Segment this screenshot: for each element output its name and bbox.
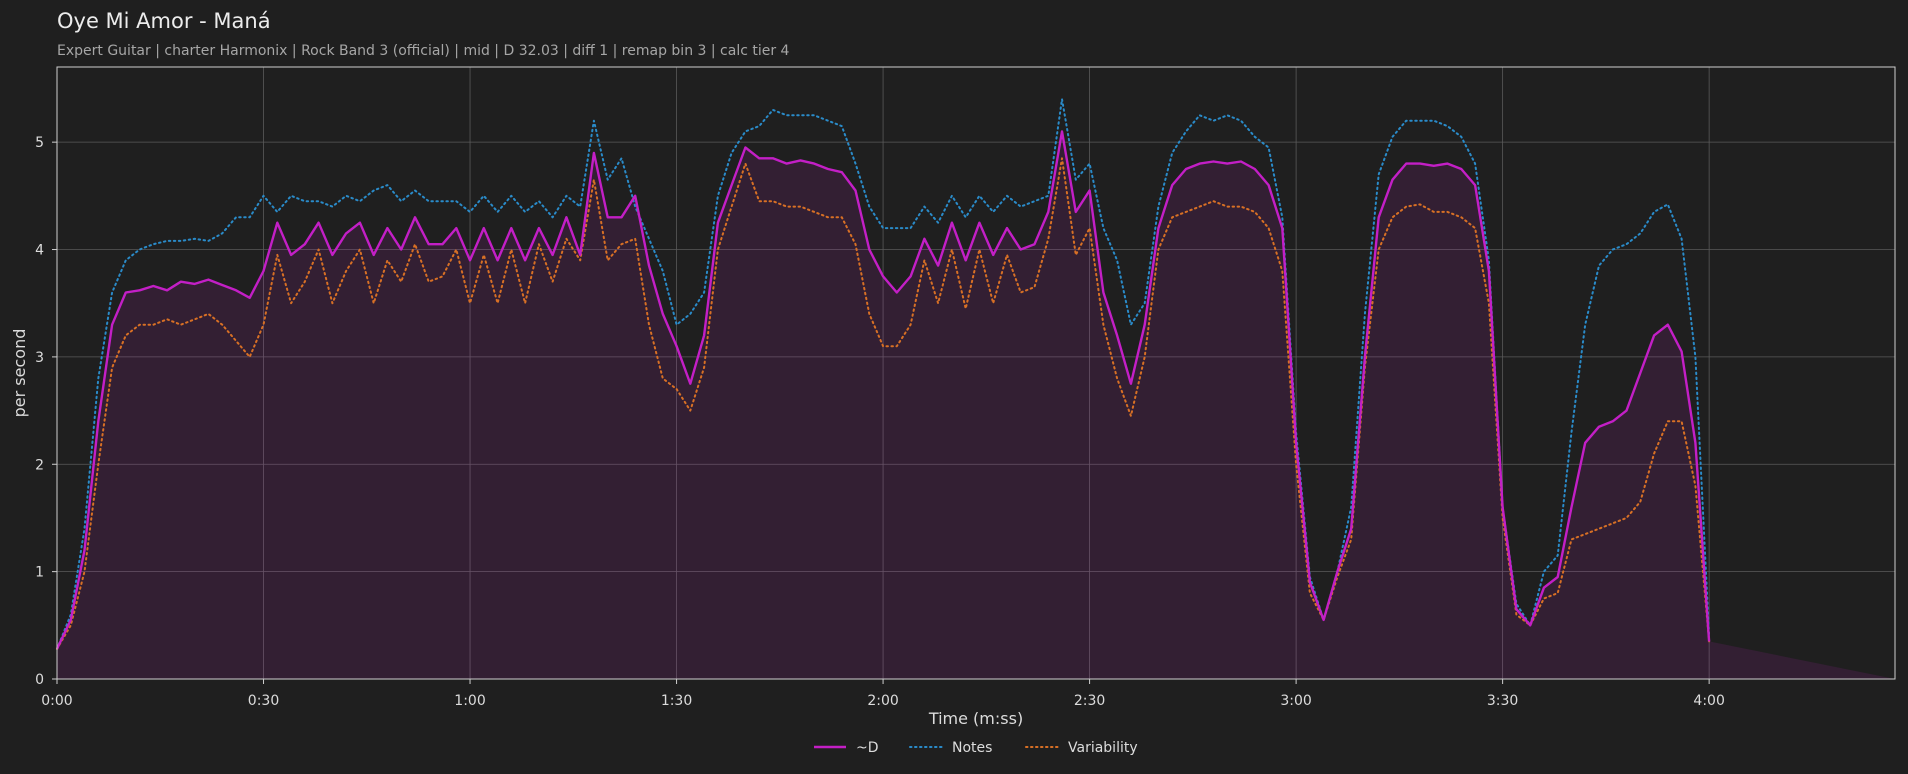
x-tick-label: 1:00 [454,693,485,709]
y-tick-label: 3 [35,350,44,366]
x-tick-label: 2:00 [867,693,898,709]
x-tick-label: 3:00 [1280,693,1311,709]
chart-subtitle: Expert Guitar | charter Harmonix | Rock … [57,43,790,59]
y-axis-label: per second [10,329,29,418]
x-tick-label: 2:30 [1074,693,1105,709]
x-tick-label: 3:30 [1487,693,1518,709]
y-tick-label: 5 [35,135,44,151]
y-axis-ticks: 0 1 2 3 4 5 [35,135,57,688]
chart-figure: Oye Mi Amor - Maná Expert Guitar | chart… [10,9,1896,756]
legend-label: ~D [856,740,879,756]
x-tick-label: 0:00 [41,693,72,709]
legend: ~D Notes Variability [814,740,1138,756]
y-tick-label: 2 [35,457,44,473]
y-tick-label: 0 [35,672,44,688]
legend-label: Notes [952,740,992,756]
x-tick-label: 0:30 [248,693,279,709]
x-axis-label: Time (m:ss) [928,709,1023,728]
chart-title: Oye Mi Amor - Maná [57,9,271,33]
x-tick-label: 4:00 [1693,693,1724,709]
x-axis-ticks: 0:00 0:30 1:00 1:30 2:00 2:30 3:00 3:30 4:00 [41,679,1725,709]
y-tick-label: 1 [35,565,44,581]
x-tick-label: 1:30 [661,693,692,709]
legend-label: Variability [1068,740,1138,756]
y-tick-label: 4 [35,243,44,259]
